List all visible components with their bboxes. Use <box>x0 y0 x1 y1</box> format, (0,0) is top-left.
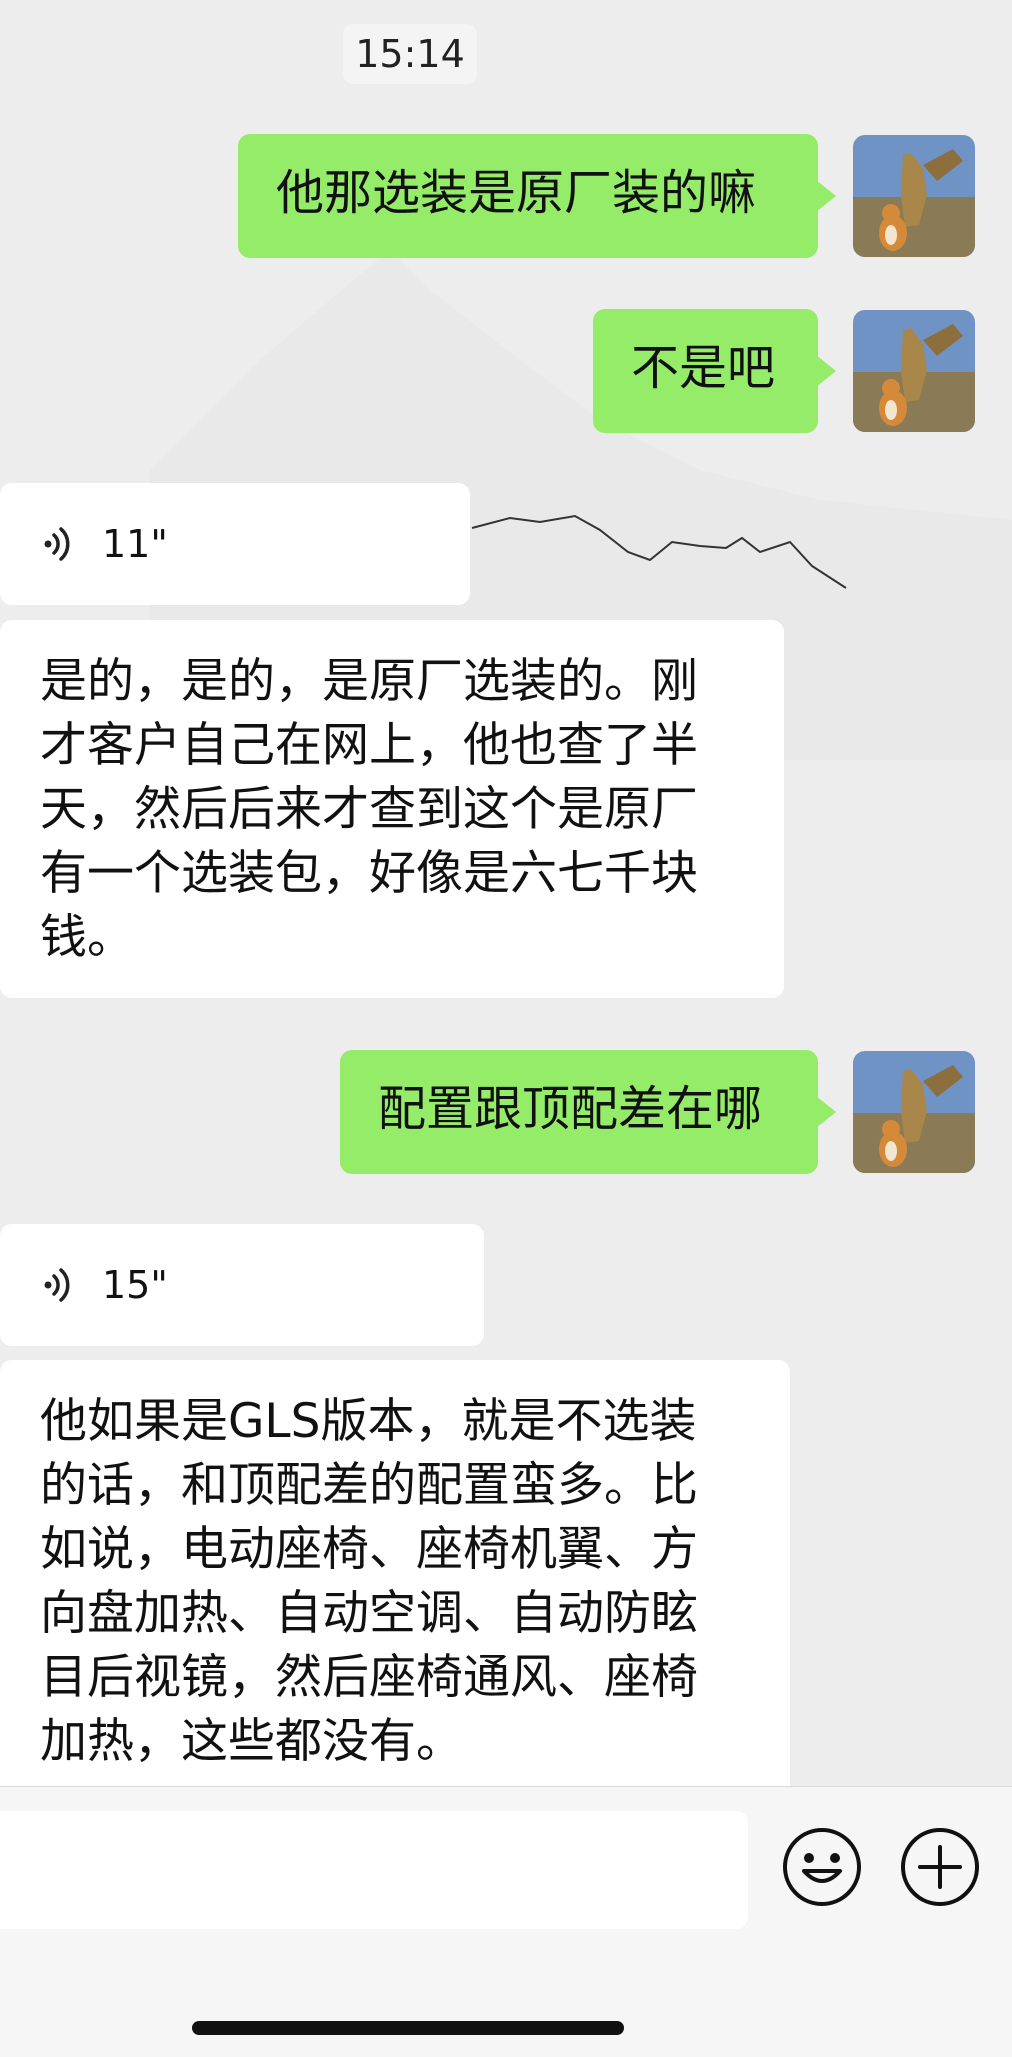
message-line: 加热，这些都没有。 <box>40 1714 463 1769</box>
message-bubble-outgoing[interactable]: 不是吧 <box>593 309 836 433</box>
message-line: 向盘加热、自动空调、自动防眩 <box>40 1586 698 1641</box>
user-avatar[interactable] <box>853 310 975 432</box>
message-line: 目后视镜，然后座椅通风、座椅 <box>40 1650 698 1705</box>
message-line: 天，然后后来才查到这个是原厂 <box>40 782 698 837</box>
avatar-image <box>853 1051 975 1173</box>
message-line: 的话，和顶配差的配置蛮多。比 <box>40 1458 698 1513</box>
emoji-button[interactable] <box>780 1825 864 1909</box>
message-text: 不是吧 <box>631 340 776 396</box>
plus-button[interactable] <box>898 1825 982 1909</box>
voice-wave-icon <box>44 527 70 561</box>
message-bubble-outgoing[interactable]: 配置跟顶配差在哪 <box>340 1050 836 1174</box>
voice-message[interactable]: 15" <box>0 1224 484 1346</box>
message-line: 是的，是的，是原厂选装的。刚 <box>40 654 698 709</box>
input-bar <box>0 1786 1012 2057</box>
chat-area[interactable]: 15:14 他那选装是原厂装的嘛 不是吧 11" 是的，是的，是原厂选装的。刚 … <box>0 0 1012 1786</box>
home-indicator[interactable] <box>192 2021 624 2035</box>
avatar-image <box>853 135 975 257</box>
message-line: 才客户自己在网上，他也查了半 <box>40 718 698 773</box>
message-line: 他如果是GLS版本，就是不选装 <box>40 1394 697 1449</box>
message-line: 钱。 <box>40 910 134 965</box>
message-line: 有一个选装包，好像是六七千块 <box>40 846 698 901</box>
voice-message[interactable]: 11" <box>0 483 470 605</box>
voice-duration: 11" <box>102 522 168 566</box>
message-bubble-incoming[interactable]: 是的，是的，是原厂选装的。刚 才客户自己在网上，他也查了半 天，然后后来才查到这… <box>0 620 784 998</box>
message-text: 他那选装是原厂装的嘛 <box>276 165 757 221</box>
voice-duration: 15" <box>102 1263 168 1307</box>
message-bubble-outgoing[interactable]: 他那选装是原厂装的嘛 <box>238 134 836 258</box>
user-avatar[interactable] <box>853 1051 975 1173</box>
voice-wave-icon <box>44 1268 70 1302</box>
message-text: 配置跟顶配差在哪 <box>378 1081 763 1137</box>
user-avatar[interactable] <box>853 135 975 257</box>
message-bubble-incoming[interactable]: 他如果是GLS版本，就是不选装 的话，和顶配差的配置蛮多。比 如说，电动座椅、座… <box>0 1360 790 1786</box>
message-input[interactable] <box>0 1811 748 1929</box>
message-line: 如说，电动座椅、座椅机翼、方 <box>40 1522 698 1577</box>
avatar-image <box>853 310 975 432</box>
timestamp: 15:14 <box>343 24 477 84</box>
